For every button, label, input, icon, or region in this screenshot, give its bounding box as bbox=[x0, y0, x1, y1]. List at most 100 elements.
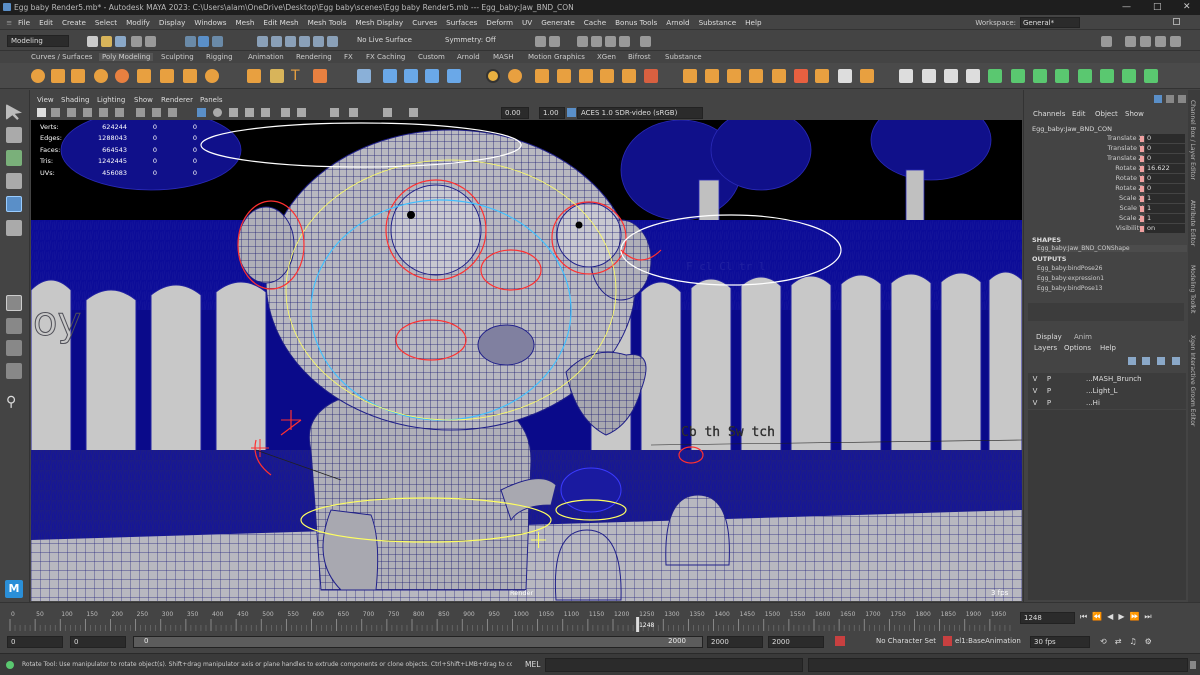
grid-toggle-icon[interactable] bbox=[136, 108, 145, 117]
anim-layer-icon[interactable] bbox=[943, 636, 952, 646]
menu-mesh[interactable]: Mesh bbox=[235, 18, 254, 27]
vp-menu-lighting[interactable]: Lighting bbox=[97, 96, 125, 104]
poly-disc-icon[interactable] bbox=[160, 69, 174, 83]
menu-modify[interactable]: Modify bbox=[126, 18, 150, 27]
grid-icon[interactable] bbox=[357, 69, 371, 83]
shape-item[interactable]: Egg_baby:Jaw_BND_CONShape bbox=[1037, 245, 1187, 252]
shelf-tab-motion-graphics[interactable]: Motion Graphics bbox=[528, 53, 585, 61]
shelf-tab-custom[interactable]: Custom bbox=[418, 53, 445, 61]
collapse-icon[interactable] bbox=[772, 69, 786, 83]
history-icon[interactable] bbox=[535, 36, 546, 47]
shelf-tab-mash[interactable]: MASH bbox=[493, 53, 514, 61]
shelf-tab-arnold[interactable]: Arnold bbox=[457, 53, 480, 61]
menu-mesh-display[interactable]: Mesh Display bbox=[355, 18, 403, 27]
automatic-map-icon[interactable] bbox=[1078, 69, 1092, 83]
cb-node-name[interactable]: Egg_baby:Jaw_BND_CON bbox=[1032, 125, 1112, 133]
menu-deform[interactable]: Deform bbox=[486, 18, 513, 27]
multi-cut-icon[interactable] bbox=[683, 69, 697, 83]
resolution-gate-icon[interactable] bbox=[168, 108, 177, 117]
ipr-render-icon[interactable] bbox=[591, 36, 602, 47]
2d-pan-icon[interactable] bbox=[99, 108, 108, 117]
menu-file[interactable]: File bbox=[18, 18, 30, 27]
anim-start-field[interactable]: 0 bbox=[7, 636, 63, 648]
slide-edge-icon[interactable] bbox=[922, 69, 936, 83]
menu-cache[interactable]: Cache bbox=[584, 18, 606, 27]
flip-icon[interactable] bbox=[815, 69, 829, 83]
attr-translate-x[interactable]: Translate X0 bbox=[1024, 134, 1189, 144]
output-item[interactable]: Egg_baby:bindPose13 bbox=[1037, 285, 1102, 292]
menu-help[interactable]: Help bbox=[745, 18, 761, 27]
shelf-tab-poly-modeling[interactable]: Poly Modeling bbox=[99, 53, 154, 61]
minimize-icon[interactable]: — bbox=[1122, 0, 1131, 15]
anim-end-field[interactable]: 2000 bbox=[768, 636, 824, 648]
menu-edit-mesh[interactable]: Edit Mesh bbox=[263, 18, 298, 27]
separate-icon[interactable] bbox=[404, 69, 418, 83]
merge-icon[interactable] bbox=[749, 69, 763, 83]
select-tool-icon[interactable] bbox=[6, 104, 22, 120]
four-view-icon[interactable] bbox=[6, 318, 22, 334]
spherical-map-icon[interactable] bbox=[1055, 69, 1069, 83]
close-icon[interactable]: ✕ bbox=[1183, 0, 1191, 15]
camera-attr-icon[interactable] bbox=[51, 108, 60, 117]
sweep-mesh-icon[interactable] bbox=[270, 69, 284, 83]
playback-controls[interactable]: ⏮⏪◀▶⏩⏭ bbox=[1080, 612, 1157, 622]
cb-menu-channels[interactable]: Channels bbox=[1033, 110, 1065, 118]
menu-uv[interactable]: UV bbox=[522, 18, 532, 27]
current-frame-field[interactable]: 1248 bbox=[1020, 612, 1075, 624]
layer-move-up-icon[interactable] bbox=[1128, 357, 1136, 365]
single-perspective-icon[interactable] bbox=[6, 295, 22, 311]
boolean-difference-icon[interactable] bbox=[508, 69, 522, 83]
text-tool-icon[interactable]: T bbox=[291, 69, 305, 83]
workspace-dropdown[interactable]: General* bbox=[1020, 17, 1080, 28]
render-settings-icon[interactable] bbox=[605, 36, 616, 47]
render-frame-icon[interactable] bbox=[577, 36, 588, 47]
layer-menu-layers[interactable]: Layers bbox=[1034, 344, 1057, 352]
boolean-union-icon[interactable] bbox=[486, 69, 500, 83]
layer-tab-display[interactable]: Display bbox=[1036, 333, 1062, 341]
film-gate-icon[interactable] bbox=[152, 108, 161, 117]
uv-editor-icon[interactable] bbox=[988, 69, 1002, 83]
menu-arnold[interactable]: Arnold bbox=[666, 18, 689, 27]
toggle-channel-box-icon[interactable] bbox=[1170, 36, 1181, 47]
pause-viewport-icon[interactable] bbox=[640, 36, 651, 47]
anim-layer-label[interactable]: el1:BaseAnimation bbox=[955, 637, 1021, 645]
layer-tab-anim[interactable]: Anim bbox=[1074, 333, 1092, 341]
toggle-tool-settings-icon[interactable] bbox=[1155, 36, 1166, 47]
poly-cylinder-icon[interactable] bbox=[71, 69, 85, 83]
loop-sound-controls[interactable]: ⟲⇄♫⚙ bbox=[1100, 637, 1160, 646]
new-layer-icon[interactable] bbox=[1157, 357, 1165, 365]
layout-uv-icon[interactable] bbox=[1122, 69, 1136, 83]
side-tab-channel-box[interactable]: Channel Box / Layer Editor bbox=[1189, 100, 1196, 180]
connect-icon[interactable] bbox=[944, 69, 958, 83]
outliner-layout-icon[interactable] bbox=[6, 363, 22, 379]
script-editor-icon[interactable] bbox=[1190, 661, 1196, 669]
mel-label[interactable]: MEL bbox=[525, 660, 540, 669]
quad-draw-icon[interactable] bbox=[899, 69, 913, 83]
menu-edit[interactable]: Edit bbox=[39, 18, 53, 27]
live-surface-label[interactable]: No Live Surface bbox=[357, 36, 412, 44]
attr-rotate-x[interactable]: Rotate X 16.622 bbox=[1024, 164, 1189, 174]
bookmark-icon[interactable] bbox=[67, 108, 76, 117]
cylindrical-map-icon[interactable] bbox=[1033, 69, 1047, 83]
view-transform-dropdown[interactable]: ACES 1.0 SDR-video (sRGB) bbox=[577, 107, 703, 119]
color-management-icon[interactable] bbox=[567, 108, 576, 117]
attr-visibility[interactable]: Visibility on bbox=[1024, 224, 1189, 234]
delete-edge-icon[interactable] bbox=[794, 69, 808, 83]
select-component-icon[interactable] bbox=[212, 36, 223, 47]
layer-menu-options[interactable]: Options bbox=[1064, 344, 1091, 352]
menu-create[interactable]: Create bbox=[62, 18, 86, 27]
lasso-tool-icon[interactable] bbox=[6, 127, 22, 143]
snap-surface-icon[interactable] bbox=[313, 36, 324, 47]
attr-translate-z[interactable]: Translate Z0 bbox=[1024, 154, 1189, 164]
save-scene-icon[interactable] bbox=[115, 36, 126, 47]
menu-select[interactable]: Select bbox=[95, 18, 117, 27]
poly-torus-icon[interactable] bbox=[115, 69, 129, 83]
snap-curve-icon[interactable] bbox=[271, 36, 282, 47]
panel-option-icon[interactable] bbox=[1154, 95, 1162, 103]
unfold-icon[interactable] bbox=[1100, 69, 1114, 83]
layer-move-down-icon[interactable] bbox=[1142, 357, 1150, 365]
fill-hole-icon[interactable] bbox=[622, 69, 636, 83]
rotate-tool-icon[interactable] bbox=[6, 196, 22, 212]
toggle-outliner-icon[interactable] bbox=[1125, 36, 1136, 47]
symmetrize-icon[interactable] bbox=[838, 69, 852, 83]
